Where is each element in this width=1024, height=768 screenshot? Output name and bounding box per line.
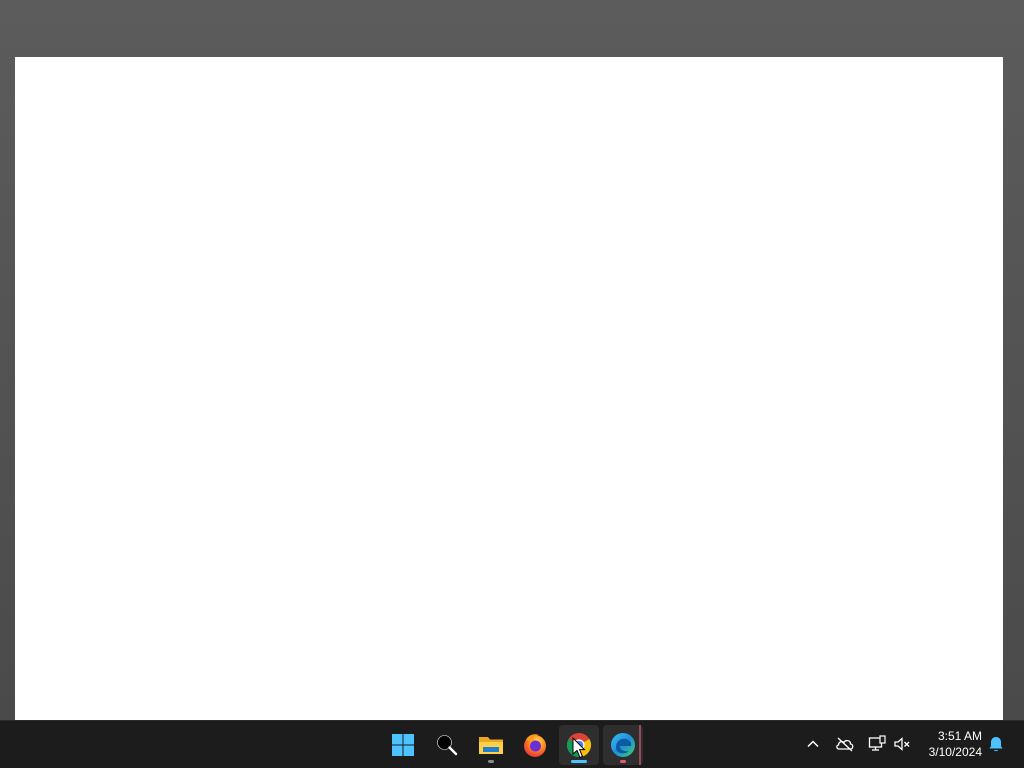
mouse-cursor-icon — [572, 737, 586, 759]
file-explorer-button[interactable] — [471, 725, 511, 765]
start-button[interactable] — [383, 725, 423, 765]
chevron-up-icon — [807, 740, 819, 748]
firefox-icon — [524, 734, 546, 757]
clock-date: 3/10/2024 — [928, 745, 982, 759]
clock[interactable]: 3:51 AM 3/10/2024 — [912, 728, 982, 760]
onedrive-offline-icon — [836, 737, 854, 752]
running-indicator — [488, 760, 494, 763]
running-indicator — [620, 760, 626, 763]
edge-icon — [611, 733, 635, 757]
window-content-blank[interactable] — [15, 57, 1003, 720]
onedrive-tray-button[interactable] — [834, 733, 856, 755]
desktop: 3:51 AM 3/10/2024 — [0, 0, 1024, 768]
active-indicator — [571, 760, 587, 763]
edge-button[interactable] — [603, 725, 643, 765]
edge-window-edge — [639, 725, 641, 765]
notifications-button[interactable] — [985, 733, 1007, 755]
app-window — [0, 0, 1024, 720]
volume-muted-icon — [894, 737, 910, 751]
network-tray-button[interactable] — [866, 733, 888, 755]
network-icon — [868, 735, 886, 751]
search-icon — [437, 735, 458, 756]
show-hidden-icons-button[interactable] — [802, 733, 824, 755]
windows-logo-icon — [392, 734, 414, 756]
firefox-button[interactable] — [515, 725, 555, 765]
volume-tray-button[interactable] — [891, 733, 913, 755]
taskbar: 3:51 AM 3/10/2024 — [0, 720, 1024, 768]
search-button[interactable] — [427, 725, 467, 765]
window-titlebar[interactable] — [0, 0, 1024, 56]
clock-time: 3:51 AM — [937, 729, 982, 743]
folder-icon — [479, 737, 503, 754]
bell-icon — [989, 737, 1003, 752]
